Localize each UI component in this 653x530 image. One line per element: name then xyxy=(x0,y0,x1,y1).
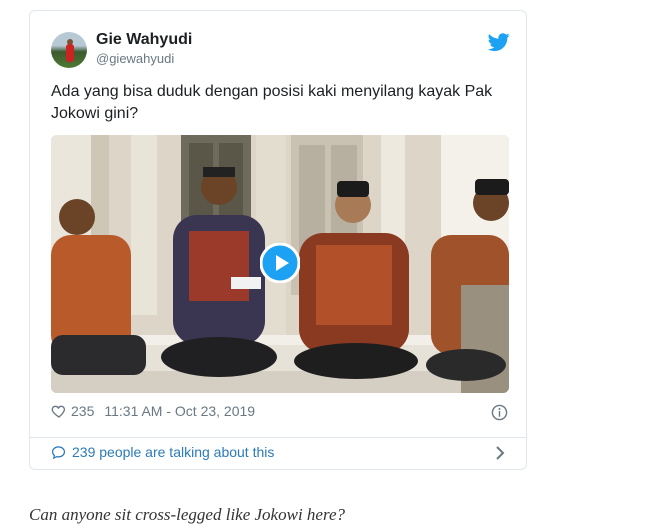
speech-bubble-icon xyxy=(51,445,66,459)
conversation-label[interactable]: 239 people are talking about this xyxy=(72,444,274,460)
embedded-tweet-card[interactable]: Gie Wahyudi @giewahyudi Ada yang bisa du… xyxy=(29,10,527,470)
like-count[interactable]: 235 xyxy=(71,403,94,419)
tweet-video-thumbnail[interactable] xyxy=(51,135,509,393)
tweet-meta: 235 11:31 AM - Oct 23, 2019 xyxy=(51,403,255,419)
twitter-bird-icon[interactable] xyxy=(488,31,510,53)
info-icon[interactable] xyxy=(491,404,508,421)
tweet-text: Ada yang bisa duduk dengan posisi kaki m… xyxy=(51,83,493,122)
tweet-timestamp[interactable]: 11:31 AM - Oct 23, 2019 xyxy=(104,403,255,419)
article-caption: Can anyone sit cross-legged like Jokowi … xyxy=(29,505,345,524)
author-avatar[interactable] xyxy=(51,32,87,68)
avatar-figure-body xyxy=(66,44,74,62)
author-name[interactable]: Gie Wahyudi xyxy=(96,31,192,49)
author-handle[interactable]: @giewahyudi xyxy=(96,51,174,66)
play-icon[interactable] xyxy=(260,243,300,283)
conversation-link[interactable]: 239 people are talking about this xyxy=(51,444,274,460)
card-divider xyxy=(30,437,526,438)
chevron-right-icon[interactable] xyxy=(494,445,506,461)
heart-icon[interactable] xyxy=(51,403,67,419)
